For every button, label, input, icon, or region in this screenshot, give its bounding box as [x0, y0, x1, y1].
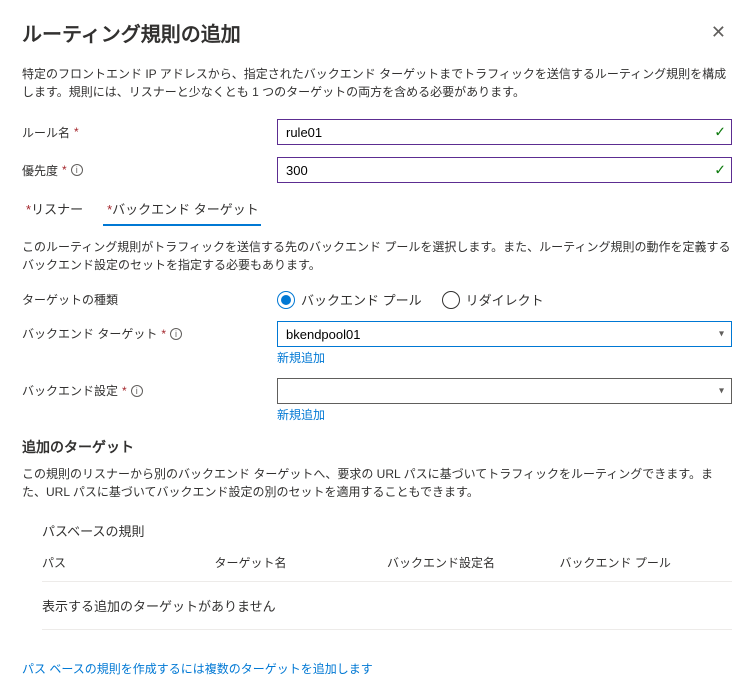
- divider: [42, 629, 732, 630]
- rule-name-label: ルール名*: [22, 124, 277, 141]
- tab-listener[interactable]: *リスナー: [22, 195, 85, 226]
- target-type-label: ターゲットの種類: [22, 291, 277, 308]
- page-description: 特定のフロントエンド IP アドレスから、指定されたバックエンド ターゲットまで…: [22, 65, 732, 101]
- path-rules-hint: パス ベースの規則を作成するには複数のターゲットを追加します: [22, 660, 732, 677]
- divider: [42, 581, 732, 582]
- backend-description: このルーティング規則がトラフィックを送信する先のバックエンド プールを選択します…: [22, 238, 732, 274]
- backend-target-label: バックエンド ターゲット* i: [22, 321, 277, 342]
- info-icon[interactable]: i: [71, 164, 83, 176]
- backend-setting-add-new-link[interactable]: 新規追加: [277, 406, 732, 423]
- rule-name-input[interactable]: [277, 119, 732, 145]
- radio-icon: [277, 291, 295, 309]
- backend-target-add-new-link[interactable]: 新規追加: [277, 349, 732, 366]
- path-table-header: パス ターゲット名 バックエンド設定名 バックエンド プール: [42, 554, 732, 577]
- tab-backend-target[interactable]: *バックエンド ターゲット: [103, 195, 261, 226]
- additional-targets-heading: 追加のターゲット: [22, 437, 732, 457]
- priority-input[interactable]: [277, 157, 732, 183]
- info-icon[interactable]: i: [131, 385, 143, 397]
- path-table-empty: 表示する追加のターゲットがありません: [42, 586, 732, 625]
- col-pool: バックエンド プール: [560, 554, 733, 571]
- radio-backend-pool[interactable]: バックエンド プール: [277, 290, 422, 309]
- radio-icon: [442, 291, 460, 309]
- backend-target-select[interactable]: [277, 321, 732, 347]
- radio-redirect[interactable]: リダイレクト: [442, 290, 544, 309]
- col-path: パス: [42, 554, 215, 571]
- path-rules-title: パスベースの規則: [42, 521, 732, 540]
- backend-setting-select[interactable]: [277, 378, 732, 404]
- col-target-name: ターゲット名: [215, 554, 388, 571]
- additional-targets-description: この規則のリスナーから別のバックエンド ターゲットへ、要求の URL パスに基づ…: [22, 465, 732, 501]
- col-setting-name: バックエンド設定名: [387, 554, 560, 571]
- check-icon: ✓: [714, 162, 726, 179]
- backend-setting-label: バックエンド設定* i: [22, 378, 277, 399]
- close-button[interactable]: ✕: [705, 18, 732, 47]
- priority-label: 優先度* i: [22, 162, 277, 179]
- info-icon[interactable]: i: [170, 328, 182, 340]
- check-icon: ✓: [714, 124, 726, 141]
- page-title: ルーティング規則の追加: [22, 18, 241, 47]
